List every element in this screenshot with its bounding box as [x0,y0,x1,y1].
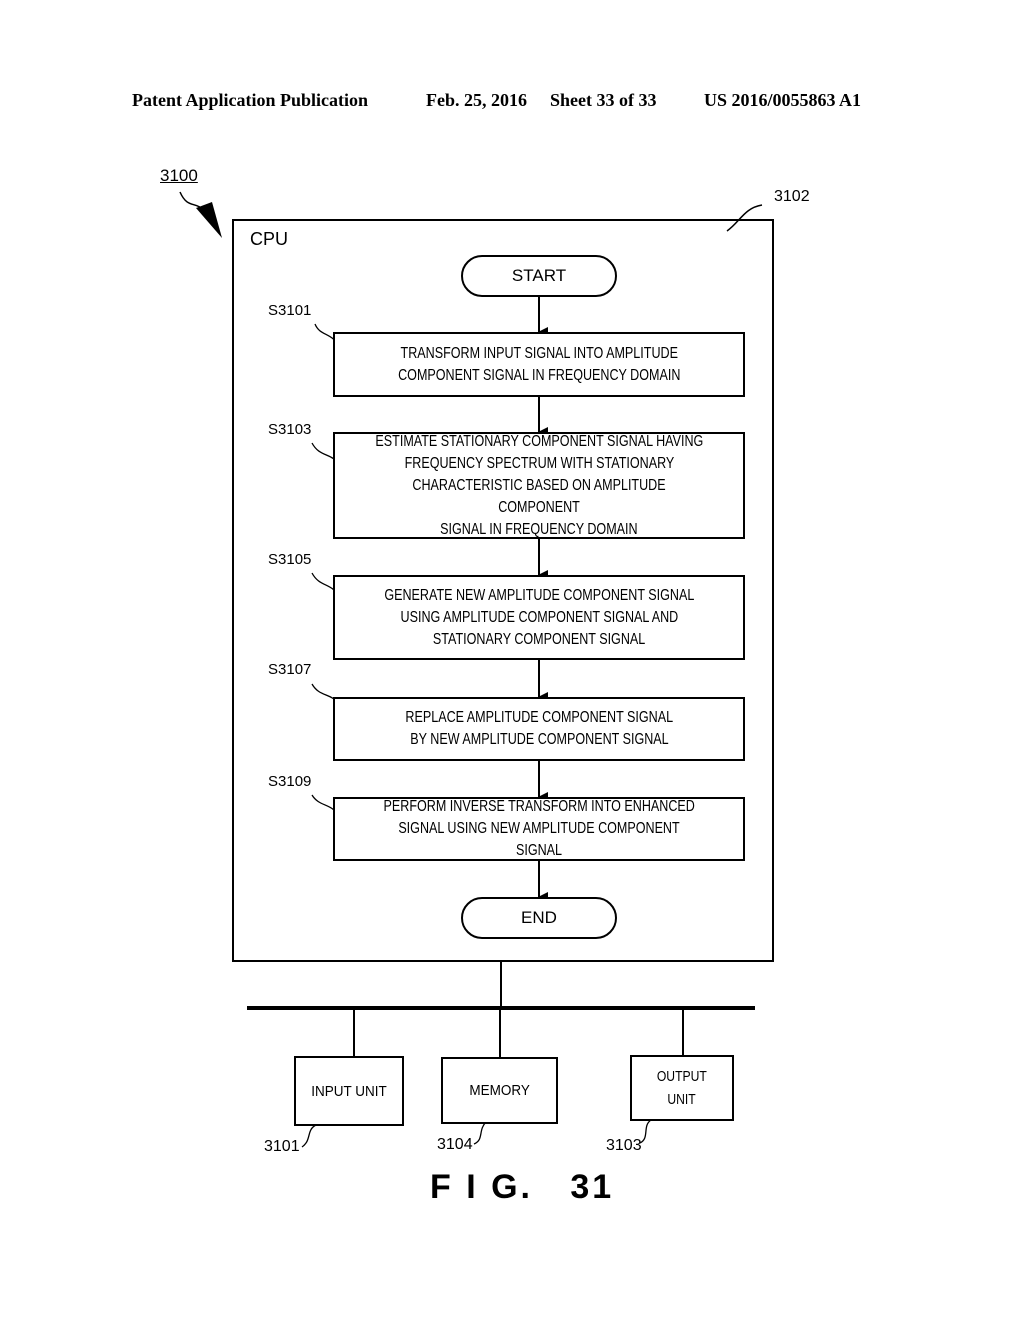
cpu-label: CPU [250,229,289,249]
step-box-s3107: REPLACE AMPLITUDE COMPONENT SIGNAL BY NEW… [333,697,745,761]
memory-ref: 3104 [437,1136,473,1153]
step-line: BY NEW AMPLITUDE COMPONENT SIGNAL [409,731,669,748]
cpu-ref-leader [726,204,763,232]
leader-3104 [473,1121,487,1145]
input-unit-box: INPUT UNIT [294,1056,404,1126]
step-id-s3103: S3103 [268,421,312,438]
leader-3101 [301,1124,317,1148]
unit-label: INPUT UNIT [311,1082,387,1100]
step-line: PERFORM INVERSE TRANSFORM INTO ENHANCED [383,798,695,815]
unit-label: MEMORY [469,1082,530,1099]
system-ref-label: 3100 [160,166,198,185]
step-line: GENERATE NEW AMPLITUDE COMPONENT SIGNAL [384,586,694,604]
step-box-s3101: TRANSFORM INPUT SIGNAL INTO AMPLITUDE COM… [333,332,745,397]
output-unit-box: OUTPUT UNIT [630,1055,734,1121]
step-line: REPLACE AMPLITUDE COMPONENT SIGNAL [405,709,673,726]
unit-label: OUTPUT [657,1068,707,1085]
step-line: COMPONENT SIGNAL IN FREQUENCY DOMAIN [397,366,681,384]
unit-label: UNIT [667,1091,697,1108]
step-line: TRANSFORM INPUT SIGNAL INTO AMPLITUDE [400,344,678,362]
output-unit-ref: 3103 [606,1137,642,1154]
step-id-s3101: S3101 [268,302,312,319]
step-box-s3109: PERFORM INVERSE TRANSFORM INTO ENHANCED S… [333,797,745,861]
step-id-s3109: S3109 [268,773,312,790]
step-line: ESTIMATE STATIONARY COMPONENT SIGNAL HAV… [375,432,703,450]
cpu-ref-label: 3102 [774,188,810,205]
step-line: FREQUENCY SPECTRUM WITH STATIONARY [404,454,674,472]
step-id-s3105: S3105 [268,551,312,568]
memory-box: MEMORY [441,1057,558,1124]
step-line: STATIONARY COMPONENT SIGNAL [432,630,646,648]
step-line: USING AMPLITUDE COMPONENT SIGNAL AND [400,608,678,626]
step-line: SIGNAL USING NEW AMPLITUDE COMPONENT SIG… [398,820,680,859]
system-ref-arrowhead [196,202,222,238]
step-id-s3107: S3107 [268,661,312,678]
start-terminal: START [461,255,617,297]
end-label: END [521,908,557,927]
figure-label: F I G. 31 [430,1168,615,1206]
input-unit-ref: 3101 [264,1138,300,1155]
step-box-s3105: GENERATE NEW AMPLITUDE COMPONENT SIGNAL U… [333,575,745,660]
step-box-s3103: ESTIMATE STATIONARY COMPONENT SIGNAL HAV… [333,432,745,539]
step-line: SIGNAL IN FREQUENCY DOMAIN [440,520,638,538]
start-label: START [511,266,567,285]
step-line: CHARACTERISTIC BASED ON AMPLITUDE COMPON… [412,476,666,516]
end-terminal: END [461,897,617,939]
